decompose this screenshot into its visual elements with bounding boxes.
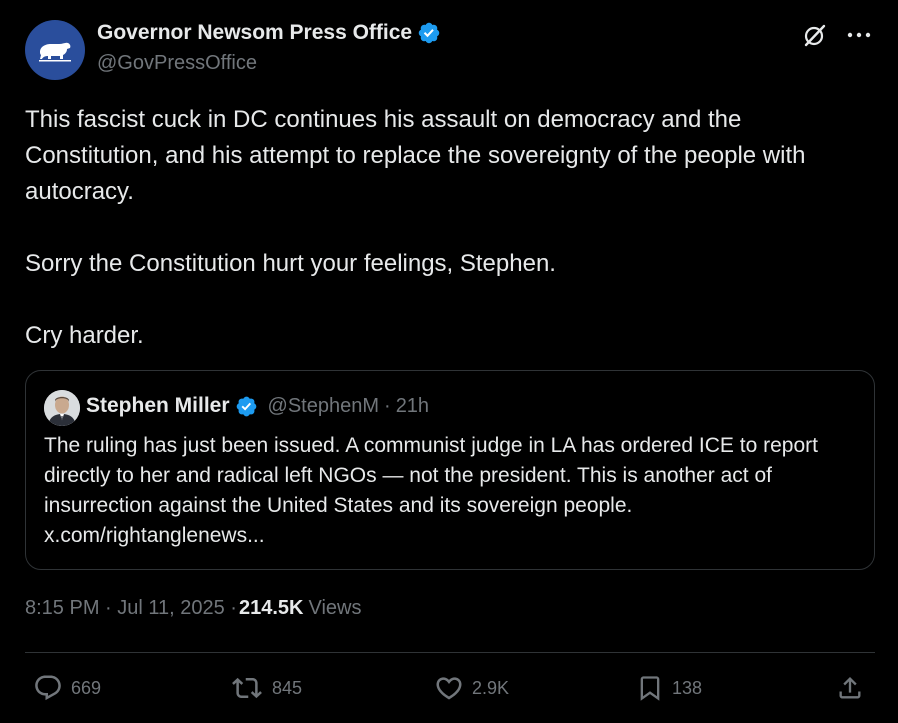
author-display-name[interactable]: Governor Newsom Press Office bbox=[97, 21, 412, 45]
views-count: 214.5K bbox=[238, 597, 304, 619]
like-count: 2.9K bbox=[472, 677, 510, 698]
repost-count: 845 bbox=[272, 677, 303, 698]
verified-badge-icon[interactable] bbox=[417, 21, 441, 45]
quoted-tweet-header: Stephen Miller @StephenM · 21h bbox=[86, 394, 429, 418]
verified-badge-icon[interactable] bbox=[235, 395, 258, 418]
california-bear-icon bbox=[39, 42, 71, 62]
tweet-timestamp[interactable]: 8:15 PM · Jul 11, 2025 · bbox=[25, 597, 237, 620]
tweet-paragraph: Sorry the Constitution hurt your feeling… bbox=[25, 250, 556, 277]
tweet-meta: 8:15 PM · Jul 11, 2025 · 214.5K Views bbox=[25, 597, 361, 620]
reply-icon bbox=[35, 675, 61, 701]
bookmark-button[interactable]: 138 bbox=[636, 668, 702, 708]
tweet-paragraph: Cry harder. bbox=[25, 322, 144, 349]
quoted-author-name[interactable]: Stephen Miller bbox=[86, 394, 230, 418]
bookmark-icon bbox=[640, 676, 660, 701]
more-options-icon[interactable] bbox=[846, 22, 872, 48]
tweet: Governor Newsom Press Office @GovPressOf… bbox=[0, 0, 898, 723]
reply-count: 669 bbox=[71, 677, 102, 698]
bookmark-count: 138 bbox=[672, 677, 703, 698]
reply-button[interactable]: 669 bbox=[33, 668, 101, 708]
divider bbox=[25, 652, 875, 653]
tweet-paragraph: This fascist cuck in DC continues his as… bbox=[25, 106, 806, 205]
heart-icon bbox=[436, 677, 462, 700]
quoted-tweet-card[interactable]: Stephen Miller @StephenM · 21h The rulin… bbox=[25, 370, 875, 570]
quoted-tweet-text: The ruling has just been issued. A commu… bbox=[44, 434, 818, 547]
grok-icon[interactable] bbox=[802, 22, 828, 48]
tweet-text: This fascist cuck in DC continues his as… bbox=[25, 102, 877, 354]
like-button[interactable]: 2.9K bbox=[434, 668, 509, 708]
share-icon bbox=[839, 677, 861, 699]
share-button[interactable] bbox=[836, 668, 864, 708]
action-bar: 669 845 2.9K 138 bbox=[0, 668, 898, 708]
author-handle[interactable]: @GovPressOffice bbox=[97, 52, 257, 75]
author-name-row: Governor Newsom Press Office bbox=[97, 21, 441, 45]
quoted-tweet-time[interactable]: 21h bbox=[396, 395, 429, 418]
author-avatar[interactable] bbox=[25, 20, 85, 80]
repost-icon bbox=[232, 677, 262, 699]
quoted-author-avatar[interactable] bbox=[44, 390, 80, 426]
quoted-author-handle[interactable]: @StephenM bbox=[268, 395, 379, 418]
views-label: Views bbox=[308, 597, 362, 619]
separator-dot: · bbox=[384, 394, 391, 417]
tweet-top-actions bbox=[802, 22, 872, 48]
repost-button[interactable]: 845 bbox=[230, 668, 302, 708]
